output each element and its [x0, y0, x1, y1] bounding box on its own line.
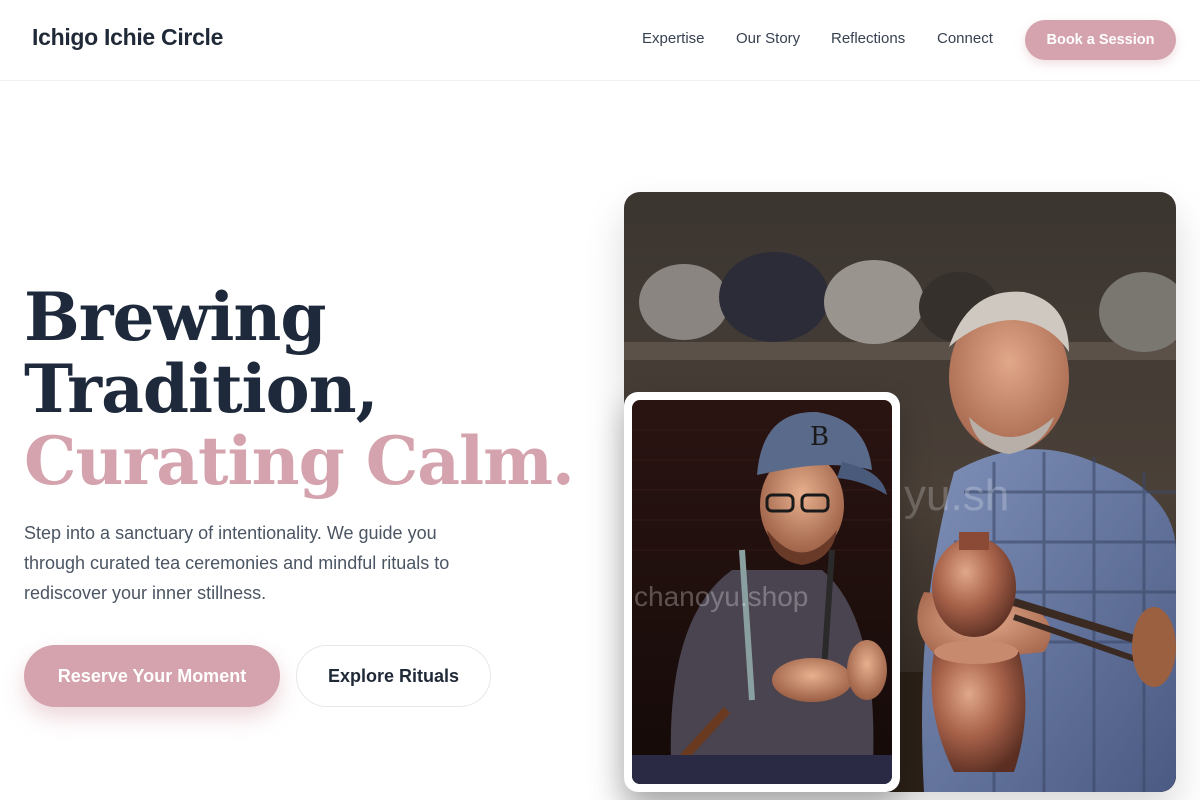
nav-link-our-story[interactable]: Our Story	[736, 30, 800, 47]
reserve-moment-button[interactable]: Reserve Your Moment	[24, 645, 280, 707]
headline-line-1: Brewing	[24, 278, 327, 356]
site-header: Ichigo Ichie Circle Expertise Our Story …	[0, 0, 1200, 81]
headline-line-2: Tradition,	[24, 350, 379, 428]
nav-link-connect[interactable]: Connect	[937, 30, 993, 47]
headline-line-3-accent: Curating Calm.	[24, 422, 575, 500]
main-nav: Expertise Our Story Reflections Connect	[0, 30, 1200, 50]
nav-link-expertise[interactable]: Expertise	[642, 30, 705, 47]
hero-inset-photo: B chanoyu.shop	[632, 400, 892, 784]
nav-link-reflections[interactable]: Reflections	[831, 30, 905, 47]
hero-lead-text: Step into a sanctuary of intentionality.…	[24, 523, 450, 603]
artisan-photo-illustration: B chanoyu.shop	[632, 400, 892, 784]
explore-rituals-button[interactable]: Explore Rituals	[296, 645, 491, 707]
cap-logo: B	[810, 422, 829, 452]
watermark-text: yu.sh	[904, 471, 1009, 520]
inset-watermark-text: chanoyu.shop	[634, 581, 808, 612]
hero-headline: Brewing Tradition, Curating Calm.	[24, 281, 584, 497]
book-session-button[interactable]: Book a Session	[1025, 20, 1176, 60]
hero-inset-photo-frame: B chanoyu.shop	[624, 392, 900, 792]
